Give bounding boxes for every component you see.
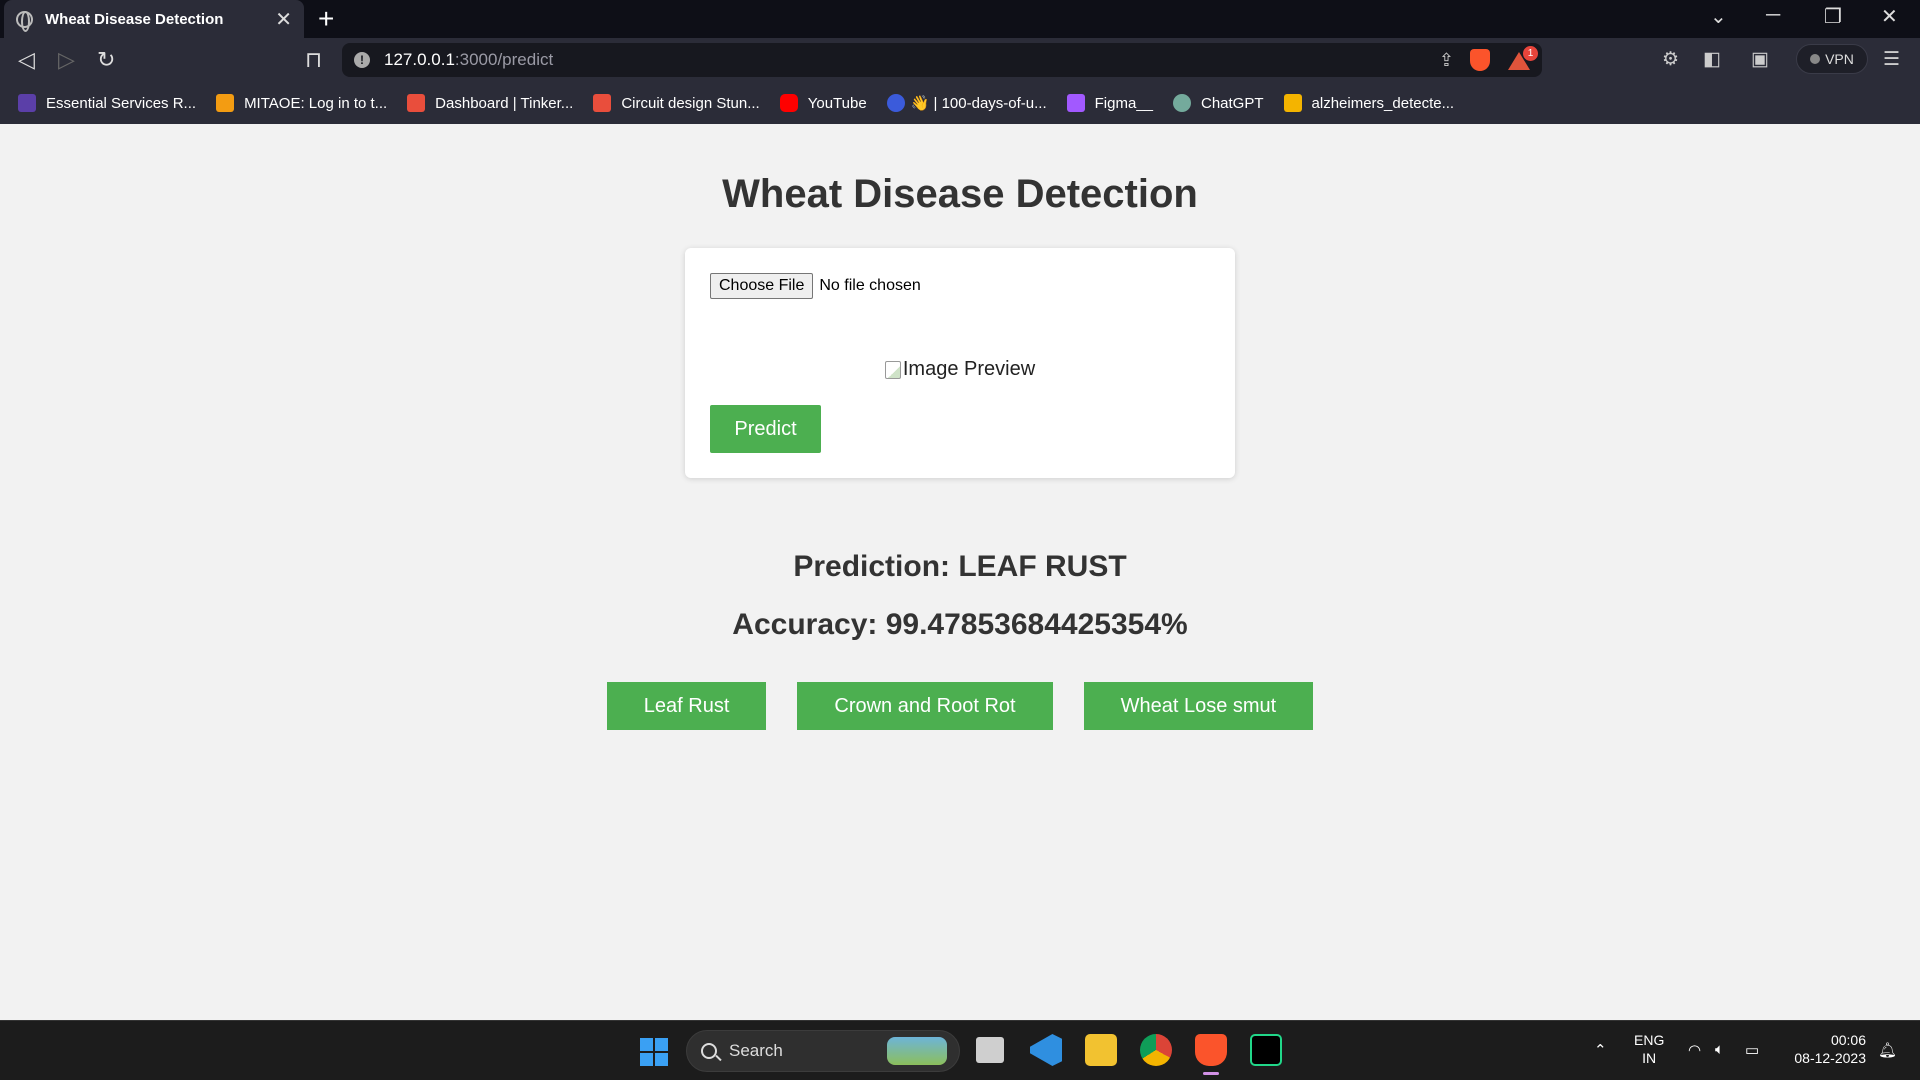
upload-card: Choose File No file chosen Image Preview…: [685, 248, 1235, 478]
accuracy-text: Accuracy: 99.47853684425354%: [732, 608, 1188, 641]
back-icon[interactable]: ◁: [18, 47, 35, 73]
clock[interactable]: 00:06 08-12-2023: [1786, 1031, 1866, 1067]
bookmark-100-days[interactable]: 👋 | 100-days-of-u...: [911, 94, 1047, 112]
bookmark-alzheimers[interactable]: alzheimers_detecte...: [1283, 94, 1455, 112]
bookmark-favicon-icon: [216, 94, 235, 112]
bookmark-favicon-icon: [18, 94, 36, 112]
taskbar-search[interactable]: Search: [686, 1030, 960, 1072]
tab-list-icon[interactable]: ⌄: [1710, 4, 1727, 29]
tab-title: Wheat Disease Detection: [45, 10, 224, 28]
volume-icon[interactable]: 🔈︎: [1715, 1041, 1724, 1058]
page-title: Wheat Disease Detection: [722, 172, 1198, 216]
bookmark-tinkercad[interactable]: Dashboard | Tinker...: [407, 94, 573, 112]
broken-image-icon: [884, 360, 901, 379]
bookmark-mitaoe[interactable]: MITAOE: Log in to t...: [216, 94, 387, 112]
rewards-badge: 1: [1523, 46, 1538, 61]
file-status: No file chosen: [819, 277, 921, 294]
address-bar[interactable]: ! 127.0.0.1:3000/predict ⇪ 1: [342, 43, 1542, 77]
task-view-icon[interactable]: [976, 1037, 1004, 1063]
bookmark-label: Dashboard | Tinker...: [435, 94, 574, 112]
bookmark-label: Figma__: [1094, 94, 1153, 112]
site-info-icon[interactable]: !: [354, 52, 370, 68]
forward-icon[interactable]: ▷: [58, 47, 75, 73]
bookmark-label: alzheimers_detecte...: [1311, 94, 1455, 112]
page-content: Wheat Disease Detection Choose File No f…: [0, 124, 1920, 1020]
image-preview: Image Preview: [685, 358, 1235, 381]
taskbar: Search ⌃ ENG IN ◠ 🔈︎ ▭ 00:06 08-12-2023 …: [0, 1020, 1920, 1080]
vpn-status-icon: [1810, 54, 1821, 64]
close-window-button[interactable]: ✕: [1881, 4, 1898, 29]
bookmark-figma[interactable]: Figma__: [1066, 94, 1153, 112]
windows-start-icon[interactable]: [640, 1038, 668, 1066]
pycharm-icon[interactable]: [1250, 1034, 1282, 1066]
brave-browser-icon[interactable]: [1195, 1034, 1227, 1075]
show-hidden-icons-icon[interactable]: ⌃: [1594, 1041, 1607, 1059]
bookmark-favicon-icon: [1283, 94, 1302, 112]
bookmark-chatgpt[interactable]: ChatGPT: [1173, 94, 1264, 112]
image-preview-alt: Image Preview: [902, 358, 1036, 380]
disease-button-row: Leaf Rust Crown and Root Rot Wheat Lose …: [0, 682, 1920, 730]
wallet-icon[interactable]: ▣: [1751, 48, 1769, 71]
vpn-button[interactable]: VPN: [1796, 44, 1868, 74]
bookmark-essential-services[interactable]: Essential Services R...: [18, 94, 196, 112]
url-host: 127.0.0.1: [384, 50, 455, 69]
brave-rewards-icon[interactable]: 1: [1508, 46, 1538, 70]
file-explorer-icon[interactable]: [1085, 1034, 1117, 1066]
bookmark-label: YouTube: [807, 94, 867, 112]
chatgpt-icon: [1173, 94, 1191, 112]
vscode-icon[interactable]: [1030, 1034, 1062, 1066]
restore-button[interactable]: ❐: [1824, 4, 1842, 29]
bookmarks-bar: Essential Services R... MITAOE: Log in t…: [0, 82, 1920, 124]
figma-icon: [1066, 94, 1085, 112]
language-code: ENG: [1634, 1032, 1665, 1048]
share-icon[interactable]: ⇪: [1439, 50, 1454, 71]
minimize-button[interactable]: ─: [1766, 4, 1780, 27]
bookmark-label: Circuit design Stun...: [621, 94, 760, 112]
tab-bar: Wheat Disease Detection ✕ + ⌄ ─ ❐ ✕: [0, 0, 1920, 38]
wheat-lose-smut-button[interactable]: Wheat Lose smut: [1083, 682, 1314, 730]
wifi-icon[interactable]: ◠: [1688, 1041, 1701, 1059]
bookmark-label: MITAOE: Log in to t...: [244, 94, 388, 112]
menu-icon[interactable]: ☰: [1883, 48, 1900, 71]
bookmark-favicon-icon: [886, 94, 905, 112]
bookmark-label: 👋 | 100-days-of-u...: [910, 95, 1047, 112]
bookmark-label: ChatGPT: [1201, 94, 1264, 112]
active-tab[interactable]: Wheat Disease Detection ✕: [4, 0, 304, 38]
bookmark-unlabeled[interactable]: [886, 94, 905, 112]
sidebar-icon[interactable]: ◧: [1703, 48, 1721, 71]
vpn-label: VPN: [1825, 51, 1854, 67]
extensions-icon[interactable]: ⚙: [1662, 48, 1679, 71]
search-highlight-image: [887, 1037, 947, 1065]
globe-icon: [16, 10, 33, 32]
prediction-text: Prediction: LEAF RUST: [793, 550, 1127, 583]
bookmark-circuit-design[interactable]: Circuit design Stun...: [593, 94, 760, 112]
clock-date: 08-12-2023: [1794, 1050, 1866, 1066]
bookmark-label: Essential Services R...: [46, 94, 197, 112]
youtube-icon: [779, 94, 798, 112]
predict-button[interactable]: Predict: [710, 405, 821, 453]
browser-toolbar: ◁ ▷ ↻ ⊓ ! 127.0.0.1:3000/predict ⇪ 1 ⚙ ◧…: [0, 38, 1920, 82]
new-tab-button[interactable]: +: [318, 3, 334, 35]
file-input[interactable]: Choose File No file chosen: [710, 273, 921, 299]
chrome-icon[interactable]: [1140, 1034, 1172, 1066]
brave-shields-icon[interactable]: [1470, 49, 1490, 71]
notification-bell-icon[interactable]: 🔔︎: [1878, 1041, 1897, 1059]
choose-file-button[interactable]: Choose File: [710, 273, 814, 299]
bookmark-youtube[interactable]: YouTube: [779, 94, 867, 112]
leaf-rust-button[interactable]: Leaf Rust: [606, 682, 767, 730]
bookmark-favicon-icon: [407, 94, 426, 112]
search-icon: [701, 1043, 717, 1059]
url-path: :3000/predict: [454, 50, 554, 69]
region-code: IN: [1642, 1050, 1657, 1066]
bookmark-icon[interactable]: ⊓: [305, 47, 322, 73]
close-tab-icon[interactable]: ✕: [275, 7, 292, 32]
taskbar-search-label: Search: [729, 1041, 783, 1060]
crown-and-root-rot-button[interactable]: Crown and Root Rot: [797, 682, 1053, 730]
reload-icon[interactable]: ↻: [97, 47, 115, 73]
clock-time: 00:06: [1830, 1032, 1866, 1048]
bookmark-favicon-icon: [593, 94, 612, 112]
battery-icon[interactable]: ▭: [1745, 1041, 1759, 1059]
language-indicator[interactable]: ENG IN: [1634, 1031, 1664, 1067]
